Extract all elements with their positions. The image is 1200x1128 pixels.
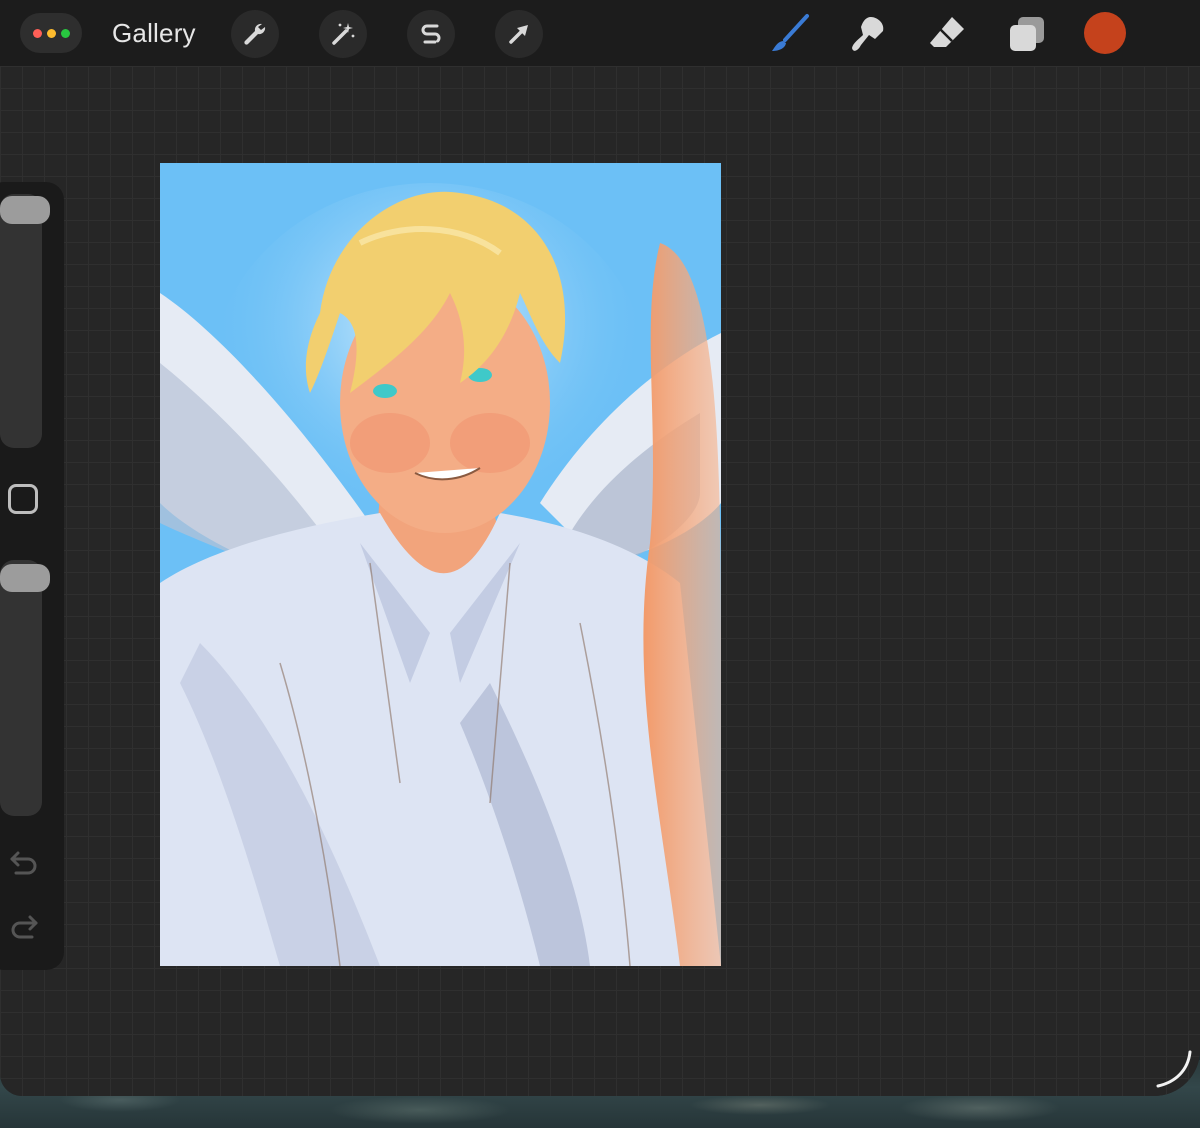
brush-size-slider[interactable] <box>0 194 50 448</box>
close-dot[interactable] <box>32 28 42 38</box>
arrow-transform-icon <box>509 25 528 44</box>
smudge-icon <box>852 17 884 51</box>
sidebar <box>0 182 64 970</box>
adjustments-button[interactable] <box>319 10 367 58</box>
selection-button[interactable] <box>407 10 455 58</box>
redo-button[interactable] <box>6 910 42 946</box>
magic-wand-icon <box>332 23 355 45</box>
undo-button[interactable] <box>6 846 42 882</box>
brush-tool[interactable] <box>768 12 812 56</box>
layers-icon <box>1010 17 1044 51</box>
artwork-illustration <box>160 163 721 966</box>
actions-button[interactable] <box>231 10 279 58</box>
undo-icon <box>10 851 37 875</box>
modify-button[interactable] <box>8 484 38 514</box>
smudge-tool[interactable] <box>846 12 890 56</box>
brush-icon <box>772 14 809 51</box>
maximize-dot[interactable] <box>60 28 70 38</box>
eraser-tool[interactable] <box>925 12 969 56</box>
redo-icon <box>11 915 38 939</box>
color-picker[interactable] <box>1084 12 1126 54</box>
eraser-icon <box>930 17 964 47</box>
selection-s-icon <box>421 24 441 44</box>
transform-button[interactable] <box>495 10 543 58</box>
opacity-slider[interactable] <box>0 560 50 816</box>
corner-resize-icon[interactable] <box>1152 1048 1194 1090</box>
minimize-dot[interactable] <box>46 28 56 38</box>
top-toolbar: Gallery <box>0 0 1200 66</box>
brush-size-thumb[interactable] <box>0 196 50 224</box>
layers-tool[interactable] <box>1005 12 1049 56</box>
gallery-button[interactable]: Gallery <box>112 18 196 49</box>
wrench-icon <box>244 23 266 45</box>
procreate-app-window: Gallery <box>0 0 1200 1096</box>
drawing-canvas[interactable] <box>160 163 721 966</box>
window-controls[interactable] <box>20 13 82 53</box>
opacity-thumb[interactable] <box>0 564 50 592</box>
